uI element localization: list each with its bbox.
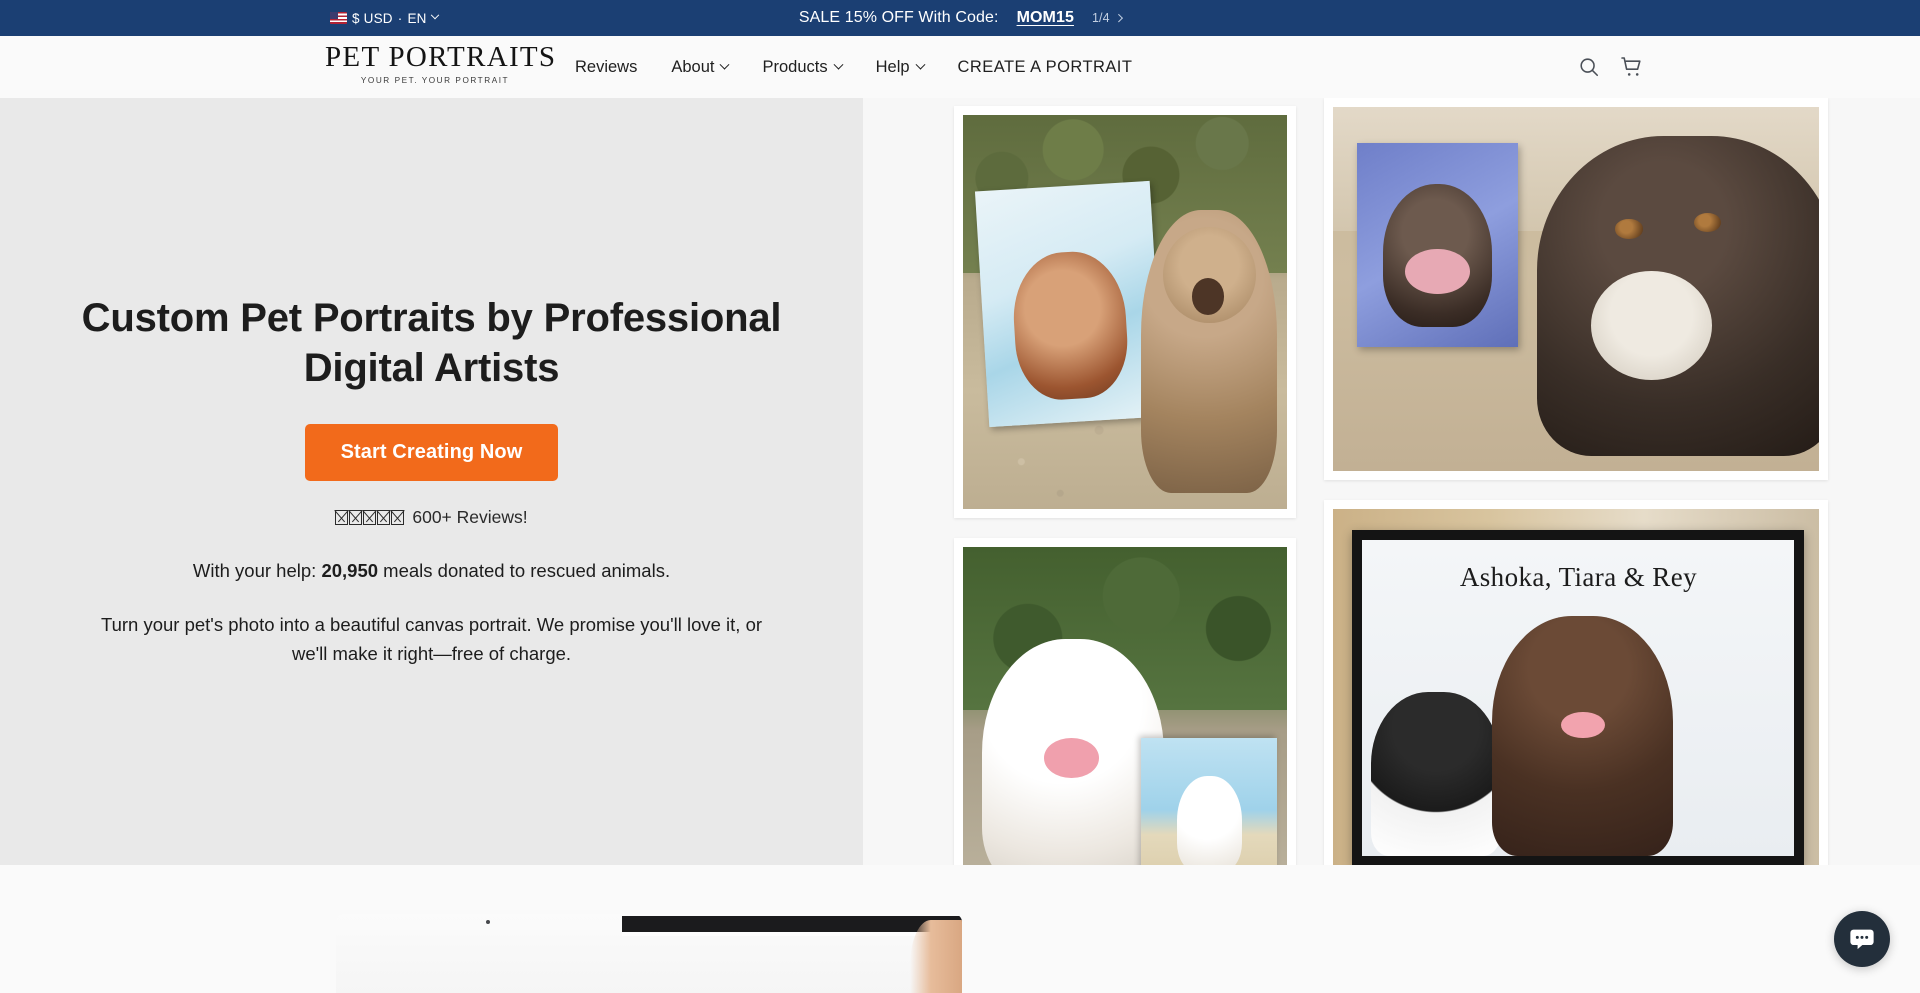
nav-item-reviews[interactable]: Reviews (575, 58, 637, 77)
meals-count: 20,950 (321, 560, 379, 582)
photo-dog-subject (982, 639, 1164, 865)
shopify-chat-widget[interactable] (1834, 911, 1890, 967)
nav-item-help[interactable]: Help (875, 57, 925, 77)
promo-text: SALE 15% OFF With Code: (798, 9, 999, 26)
photo-pitbull-with-watercolor-canvas[interactable] (954, 106, 1296, 518)
photo-canvas-artwork (1141, 738, 1278, 865)
locale-separator: · (397, 10, 403, 26)
chevron-down-icon (915, 59, 925, 70)
photo-picture-frame: Ashoka, Tiara & Rey (1352, 530, 1805, 865)
main-navigation: Reviews About Products Help CREATE A POR… (575, 36, 1132, 98)
photo-canvas-artwork (975, 180, 1165, 428)
logo-wordmark: PET PORTRAITS (325, 41, 557, 73)
nav-label-products: Products (762, 57, 828, 76)
meals-prefix: With your help: (192, 560, 317, 582)
photo-samoyed-with-beach-canvas[interactable] (954, 538, 1296, 865)
star-icon (391, 510, 405, 526)
announcement-message: SALE 15% OFF With Code: MOM15 1/4 (798, 9, 1123, 27)
promo-code[interactable]: MOM15 (1017, 9, 1074, 27)
portrait-chocolate-lab (1492, 616, 1674, 856)
photo-brindle-dog-with-framed-portrait[interactable] (1324, 98, 1828, 480)
star-rating-icons (335, 510, 405, 526)
laptop-camera (486, 920, 490, 924)
photo-dog-subject (1141, 209, 1278, 494)
currency-label: $ USD (352, 10, 393, 26)
hero-reviews-line: 600+ Reviews! (82, 507, 782, 528)
nav-create-a-portrait[interactable]: CREATE A PORTRAIT (958, 58, 1133, 77)
meals-donated-line: With your help: 20,950 meals donated to … (82, 558, 782, 584)
nav-item-about[interactable]: About (671, 57, 730, 77)
photo-dog-muzzle (1591, 270, 1712, 380)
pager-count: 1/4 (1091, 11, 1110, 25)
header-icon-group (1578, 36, 1644, 98)
hero-content-panel: Custom Pet Portraits by Professional Dig… (0, 98, 863, 865)
portrait-pet-names: Ashoka, Tiara & Rey (1459, 562, 1697, 593)
locale-currency-picker[interactable]: $ USD · EN (330, 0, 439, 36)
us-flag-icon (330, 12, 347, 24)
announcement-pager: 1/4 (1091, 11, 1123, 25)
meals-suffix: meals donated to rescued animals. (383, 560, 671, 582)
hero-description: Turn your pet's photo into a beautiful c… (100, 614, 763, 665)
chevron-down-icon (720, 59, 730, 70)
portrait-orange-tabby-cat (1656, 686, 1786, 856)
collage-column-left (954, 98, 1296, 865)
shopping-cart-icon[interactable] (1620, 55, 1644, 79)
photo-canvas-artwork (1357, 143, 1518, 348)
reviews-count-label: 600+ Reviews! (412, 507, 528, 528)
collage-column-right: Ashoka, Tiara & Rey (1324, 98, 1828, 865)
site-logo[interactable]: PET PORTRAITS YOUR PET. YOUR PORTRAIT (325, 41, 557, 85)
laptop-screen (622, 916, 962, 936)
hero-section: Custom Pet Portraits by Professional Dig… (0, 98, 1920, 865)
chevron-down-icon (833, 59, 844, 70)
photo-framed-trio-portrait[interactable]: Ashoka, Tiara & Rey (1324, 500, 1828, 865)
chevron-down-icon (430, 10, 439, 20)
hero-title: Custom Pet Portraits by Professional Dig… (81, 296, 782, 390)
logo-tagline: YOUR PET. YOUR PORTRAIT (360, 76, 510, 85)
chat-bubble-icon (1850, 929, 1874, 950)
hero-photo-collage: Ashoka, Tiara & Rey (863, 98, 1920, 865)
below-fold-section (0, 865, 1920, 993)
search-icon[interactable] (1578, 56, 1600, 78)
nav-label-help: Help (875, 57, 910, 76)
person-arm (910, 920, 962, 993)
photo-dog-eye (1693, 212, 1721, 233)
announcement-bar: $ USD · EN SALE 15% OFF With Code: MOM15… (0, 0, 1920, 36)
language-label: EN (407, 10, 427, 26)
start-creating-now-button[interactable]: Start Creating Now (304, 424, 559, 482)
nav-label-about: About (671, 57, 715, 76)
nav-label-reviews: Reviews (575, 57, 638, 76)
portrait-tuxedo-cat (1371, 691, 1501, 856)
site-header: PET PORTRAITS YOUR PET. YOUR PORTRAIT Re… (0, 36, 1920, 98)
chevron-right-icon[interactable] (1114, 14, 1123, 22)
nav-item-products[interactable]: Products (762, 57, 844, 77)
photo-dog-subject (1537, 136, 1819, 457)
photo-dog-eye (1615, 219, 1643, 239)
laptop-and-person-photo (336, 914, 962, 993)
